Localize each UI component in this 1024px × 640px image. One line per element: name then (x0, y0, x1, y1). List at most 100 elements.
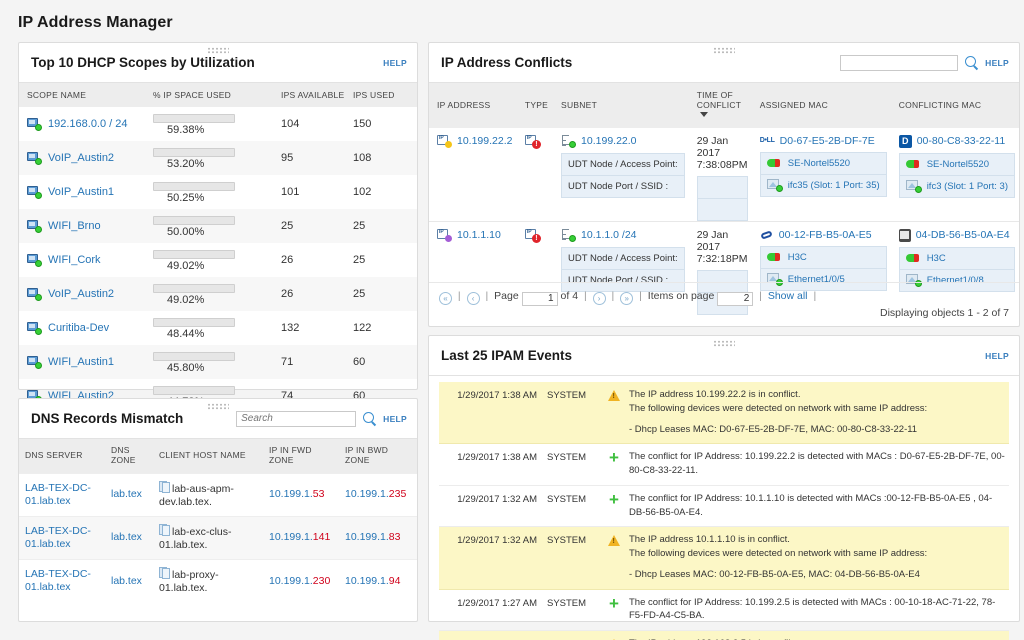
table-row[interactable]: Curitiba-Dev48.44%132122 (19, 311, 417, 345)
event-timestamp: 1/29/2017 1:32 AM (439, 527, 543, 554)
items-on-page-input[interactable] (717, 292, 753, 306)
table-row[interactable]: LAB-TEX-DC-01.lab.texlab.texlab-aus-apm-… (19, 473, 417, 516)
table-row[interactable]: LAB-TEX-DC-01.lab.texlab.texlab-proxy-01… (19, 560, 417, 603)
dns-server-link[interactable]: LAB-TEX-DC-01.lab.tex (25, 568, 91, 593)
search-icon[interactable] (362, 411, 377, 426)
table-row[interactable]: WIFI_Brno50.00%2525 (19, 209, 417, 243)
dns-col-server[interactable]: DNS SERVER (19, 439, 105, 473)
drag-handle-icon[interactable] (713, 340, 735, 347)
drag-handle-icon[interactable] (207, 403, 229, 410)
dns-col-ip-bwd[interactable]: IP IN BWD ZONE (339, 439, 417, 473)
events-help-link[interactable]: HELP (985, 351, 1009, 361)
dhcp-scope-link[interactable]: WIFI_Cork (48, 254, 101, 266)
conflicts-help-link[interactable]: HELP (985, 58, 1009, 68)
show-all-link[interactable]: Show all (768, 290, 808, 302)
dns-zone-link[interactable]: lab.tex (111, 531, 142, 543)
conflict-subnet-link[interactable]: 10.1.1.0 /24 (581, 229, 636, 241)
assigned-port-link[interactable]: ifc35 (Slot: 1 Port: 35) (788, 180, 880, 191)
dns-server-link[interactable]: LAB-TEX-DC-01.lab.tex (25, 482, 91, 507)
dns-server-link[interactable]: LAB-TEX-DC-01.lab.tex (25, 525, 91, 550)
conflicts-col-assigned-mac[interactable]: ASSIGNED MAC (752, 83, 891, 128)
conflicts-search-input[interactable] (840, 55, 958, 71)
conflicts-col-subnet[interactable]: SUBNET (553, 83, 689, 128)
dhcp-scope-icon (27, 322, 42, 335)
conflicts-col-time[interactable]: TIME OF CONFLICT (689, 83, 752, 128)
conflict-type-icon: ! (525, 229, 540, 241)
dhcp-scope-link[interactable]: VoIP_Austin2 (48, 288, 114, 300)
dns-col-zone[interactable]: DNS ZONE (105, 439, 153, 473)
assigned-node-link[interactable]: SE-Nortel5520 (788, 158, 850, 169)
dhcp-scope-link[interactable]: VoIP_Austin2 (48, 152, 114, 164)
dhcp-scope-cell: VoIP_Austin2 (19, 277, 145, 311)
dhcp-ips-available: 101 (273, 175, 345, 209)
dns-zone-link[interactable]: lab.tex (111, 488, 142, 500)
dns-col-client-host[interactable]: CLIENT HOST NAME (153, 439, 263, 473)
conflicts-col-conflicting-mac[interactable]: CONFLICTING MAC (891, 83, 1019, 128)
conflicting-node-link[interactable]: H3C (927, 253, 946, 264)
drag-handle-icon[interactable] (207, 47, 229, 54)
dhcp-col-ips-available[interactable]: IPS AVAILABLE (273, 83, 345, 107)
table-row[interactable]: VoIP_Austin150.25%101102 (19, 175, 417, 209)
event-severity-icon: + (601, 444, 627, 474)
conflicting-mac-link[interactable]: 04-DB-56-B5-0A-E4 (916, 229, 1010, 241)
list-item[interactable]: 1/29/2017 1:27 AMSYSTEM+The conflict for… (439, 590, 1009, 632)
event-message-line3: - Dhcp Leases MAC: D0-67-E5-2B-DF-7E, MA… (629, 424, 917, 435)
conflicts-col-ip-address[interactable]: IP ADDRESS (429, 83, 517, 128)
next-page-button[interactable]: › (593, 292, 606, 305)
udt-port-icon (906, 180, 922, 193)
conflicting-mac-link[interactable]: 00-80-C8-33-22-11 (917, 135, 1006, 147)
table-row[interactable]: WIFI_Austin145.80%7160 (19, 345, 417, 379)
event-message: The conflict for IP Address: 10.199.22.2… (627, 444, 1009, 485)
dns-col-ip-fwd[interactable]: IP IN FWD ZONE (263, 439, 339, 473)
event-user: SYSTEM (543, 382, 601, 409)
phone-icon (899, 229, 911, 242)
list-item[interactable]: 1/29/2017 1:38 AMSYSTEM+The conflict for… (439, 444, 1009, 486)
ipam-events-panel: Last 25 IPAM Events HELP 1/29/2017 1:38 … (428, 335, 1020, 622)
table-row[interactable]: LAB-TEX-DC-01.lab.texlab.texlab-exc-clus… (19, 516, 417, 559)
previous-page-button[interactable]: ‹ (467, 292, 480, 305)
dhcp-col-scope-name[interactable]: SCOPE NAME (19, 83, 145, 107)
assigned-mac-link[interactable]: D0-67-E5-2B-DF-7E (780, 135, 875, 147)
assigned-node-link[interactable]: H3C (788, 252, 807, 263)
table-row[interactable]: VoIP_Austin253.20%95108 (19, 141, 417, 175)
conflicts-col-type[interactable]: TYPE (517, 83, 553, 128)
sort-descending-icon[interactable] (700, 112, 708, 117)
list-item[interactable]: 1/29/2017 1:38 AMSYSTEMThe IP address 10… (439, 382, 1009, 444)
list-item[interactable]: 1/29/2017 1:27 AMSYSTEMThe IP address 19… (439, 631, 1009, 640)
event-user: SYSTEM (543, 486, 601, 513)
search-icon[interactable] (964, 55, 979, 70)
table-row[interactable]: 192.168.0.0 / 2459.38%104150 (19, 107, 417, 141)
udt-node-label: UDT Node / Access Point: (562, 153, 685, 175)
dhcp-scope-link[interactable]: WIFI_Brno (48, 220, 101, 232)
conflicting-node-link[interactable]: SE-Nortel5520 (927, 159, 989, 170)
first-page-button[interactable]: « (439, 292, 452, 305)
event-message-line2: The following devices were detected on n… (629, 548, 927, 559)
dns-zone-link[interactable]: lab.tex (111, 575, 142, 587)
dhcp-scope-link[interactable]: WIFI_Austin1 (48, 356, 114, 368)
table-row[interactable]: WIFI_Cork49.02%2625 (19, 243, 417, 277)
drag-handle-icon[interactable] (713, 47, 735, 54)
conflicting-port-link[interactable]: ifc3 (Slot: 1 Port: 3) (927, 181, 1008, 192)
table-row[interactable]: 10.199.22.2!10.199.22.0UDT Node / Access… (429, 128, 1019, 222)
page-number-input[interactable] (522, 292, 558, 306)
utilization-bar (153, 318, 235, 327)
dhcp-scope-link[interactable]: 192.168.0.0 / 24 (48, 118, 128, 130)
conflict-ip-link[interactable]: 10.199.22.2 (457, 135, 512, 147)
dns-help-link[interactable]: HELP (383, 414, 407, 424)
dhcp-col-space-used[interactable]: % IP SPACE USED (145, 83, 273, 107)
list-item[interactable]: 1/29/2017 1:32 AMSYSTEMThe IP address 10… (439, 527, 1009, 589)
last-page-button[interactable]: » (620, 292, 633, 305)
utilization-bar (153, 114, 235, 123)
table-row[interactable]: VoIP_Austin249.02%2625 (19, 277, 417, 311)
conflict-ip-link[interactable]: 10.1.1.10 (457, 229, 501, 241)
dns-search-input[interactable] (236, 411, 356, 427)
list-item[interactable]: 1/29/2017 1:32 AMSYSTEM+The conflict for… (439, 486, 1009, 528)
dell-icon: D•LL (760, 137, 775, 144)
dhcp-scope-link[interactable]: Curitiba-Dev (48, 322, 109, 334)
conflict-subnet-link[interactable]: 10.199.22.0 (581, 135, 636, 147)
events-panel-header: Last 25 IPAM Events HELP (429, 336, 1019, 376)
assigned-mac-link[interactable]: 00-12-FB-B5-0A-E5 (779, 229, 872, 241)
dhcp-col-ips-used[interactable]: IPS USED (345, 83, 417, 107)
dhcp-help-link[interactable]: HELP (383, 58, 407, 68)
dhcp-scope-link[interactable]: VoIP_Austin1 (48, 186, 114, 198)
